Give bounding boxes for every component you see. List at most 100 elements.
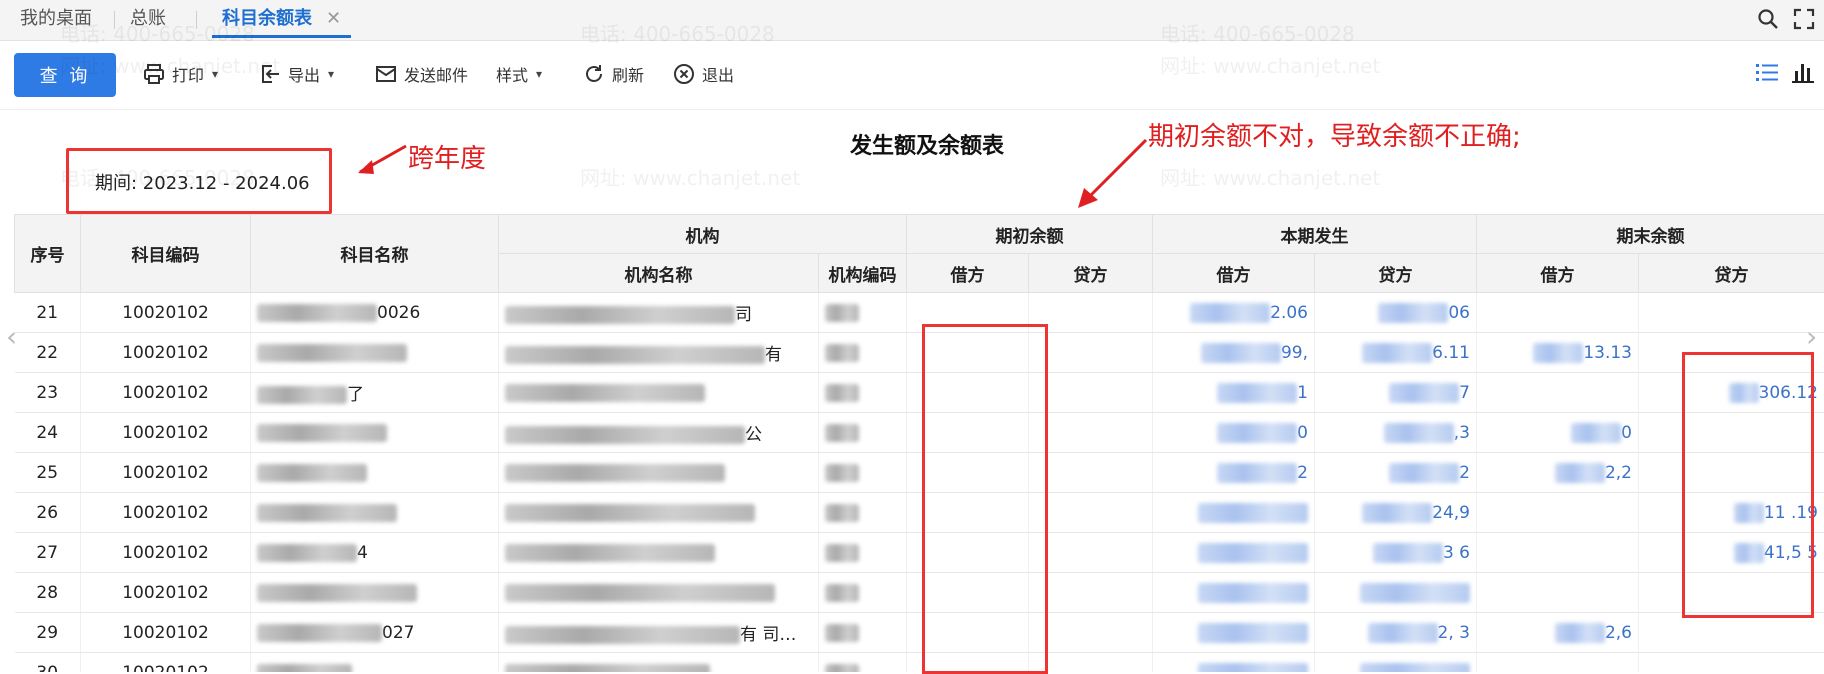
table-row[interactable]: 261002010224,911 .19 (15, 493, 1824, 533)
export-label: 导出 (288, 62, 320, 86)
annotation-opening-wrong: 期初余额不对，导致余额不正确; (1148, 116, 1521, 153)
chart-view-icon[interactable] (1790, 59, 1816, 85)
table-row[interactable]: 2410020102公0,30 (15, 413, 1824, 453)
header-current-period: 本期发生 (1153, 215, 1477, 254)
cell-current-debit: 2.06 (1153, 293, 1315, 333)
redacted-block (257, 386, 347, 404)
redacted-block (257, 464, 367, 482)
cell-account-code: 10020102 (81, 413, 251, 453)
cell-closing-debit (1477, 653, 1639, 673)
header-org-name: 机构名称 (499, 254, 819, 293)
cell-current-credit: 3 6 (1315, 533, 1477, 573)
export-button[interactable]: 导出 ▾ (258, 59, 334, 89)
cell-closing-debit: 0 (1477, 413, 1639, 453)
redacted-block (505, 464, 725, 482)
watermark: 网址: www.chanjet.net (1160, 162, 1380, 191)
redacted-block (257, 504, 397, 522)
cell-account-code: 10020102 (81, 493, 251, 533)
redacted-block (1362, 503, 1432, 523)
cell-current-credit: 24,9 (1315, 493, 1477, 533)
table-row[interactable]: 2310020102了17306.12 (15, 373, 1824, 413)
cell-current-credit: 06 (1315, 293, 1477, 333)
org-visible-fragment: 公 (745, 425, 762, 445)
refresh-icon (582, 62, 606, 86)
redacted-block (1198, 583, 1308, 603)
amount-fragment: 2,2 (1605, 463, 1632, 483)
cell-org-name (499, 653, 819, 673)
amount-fragment: 2, 3 (1438, 623, 1470, 643)
table-row[interactable]: 2810020102 (15, 573, 1824, 613)
redacted-block (1555, 463, 1605, 483)
header-org: 机构 (499, 215, 907, 254)
query-button[interactable]: 查 询 (14, 53, 116, 97)
cell-closing-debit (1477, 493, 1639, 533)
close-icon[interactable]: ✕ (326, 8, 341, 29)
cell-current-credit: ,3 (1315, 413, 1477, 453)
redacted-block (1384, 423, 1454, 443)
cell-org-code (819, 573, 907, 613)
amount-fragment: 99, (1281, 343, 1308, 363)
header-opening-credit: 贷方 (1029, 254, 1153, 293)
redacted-block (825, 344, 859, 362)
search-icon[interactable] (1756, 7, 1780, 31)
table-row[interactable]: 21100201020026司2.0606 (15, 293, 1824, 333)
amount-fragment: 24,9 (1432, 503, 1470, 523)
amount-fragment: 13.13 (1583, 343, 1632, 363)
cell-current-debit: 2 (1153, 453, 1315, 493)
cell-seq: 25 (15, 453, 81, 493)
exit-button[interactable]: 退出 (672, 59, 734, 89)
cell-current-credit: 6.11 (1315, 333, 1477, 373)
cell-account-name (251, 453, 499, 493)
toolbar: 查 询 打印 ▾ 导出 ▾ 发送邮件 样式 ▾ 刷新 (0, 41, 1824, 110)
redacted-block (1201, 343, 1281, 363)
style-label: 样式 (496, 62, 528, 86)
cell-account-name (251, 333, 499, 373)
name-visible-fragment: 0026 (377, 303, 420, 323)
tab-account-balance[interactable]: 科目余额表✕ (212, 0, 351, 38)
chevron-down-icon: ▾ (212, 67, 218, 81)
cell-current-debit: 99, (1153, 333, 1315, 373)
tab-general-ledger[interactable]: 总账 (120, 0, 176, 38)
cell-current-credit (1315, 573, 1477, 613)
tab-divider (114, 11, 115, 29)
fullscreen-icon[interactable] (1792, 7, 1816, 31)
cell-account-name: 0026 (251, 293, 499, 333)
redacted-block (1198, 663, 1308, 673)
chevron-left-icon[interactable]: ‹ (6, 320, 17, 353)
style-dropdown[interactable]: 样式 ▾ (496, 59, 542, 89)
tab-divider (196, 11, 197, 29)
cell-org-name (499, 373, 819, 413)
table-row[interactable]: 2910020102027有 司…2, 32,6 (15, 613, 1824, 653)
redacted-block (825, 664, 859, 673)
cell-closing-credit (1639, 653, 1824, 673)
cell-org-name: 有 司… (499, 613, 819, 653)
amount-fragment: 2 (1459, 463, 1470, 483)
cell-closing-debit: 2,6 (1477, 613, 1639, 653)
cell-account-name (251, 493, 499, 533)
chevron-right-icon[interactable]: › (1806, 320, 1817, 353)
cell-org-code (819, 293, 907, 333)
table-row[interactable]: 2210020102有99,6.1113.13 (15, 333, 1824, 373)
table-row[interactable]: 2510020102222,2 (15, 453, 1824, 493)
table-row[interactable]: 3010020102 (15, 653, 1824, 673)
redacted-block (1198, 503, 1308, 523)
cell-account-name (251, 413, 499, 453)
cell-seq: 30 (15, 653, 81, 673)
printer-icon (142, 62, 166, 86)
org-visible-fragment: 司 (735, 305, 752, 325)
refresh-button[interactable]: 刷新 (582, 59, 644, 89)
amount-fragment: 0 (1621, 423, 1632, 443)
close-circle-icon (672, 62, 696, 86)
report-title: 发生额及余额表 (850, 128, 1004, 160)
print-button[interactable]: 打印 ▾ (142, 59, 218, 89)
redacted-block (1389, 463, 1459, 483)
cell-current-credit: 2 (1315, 453, 1477, 493)
send-mail-button[interactable]: 发送邮件 (374, 59, 468, 89)
cell-org-code (819, 373, 907, 413)
table-row[interactable]: 271002010243 641,5 5 (15, 533, 1824, 573)
cell-closing-debit (1477, 373, 1639, 413)
redacted-block (505, 544, 715, 562)
list-view-icon[interactable] (1754, 59, 1780, 85)
tab-desktop[interactable]: 我的桌面 (10, 0, 102, 38)
name-visible-fragment: 027 (382, 623, 414, 643)
